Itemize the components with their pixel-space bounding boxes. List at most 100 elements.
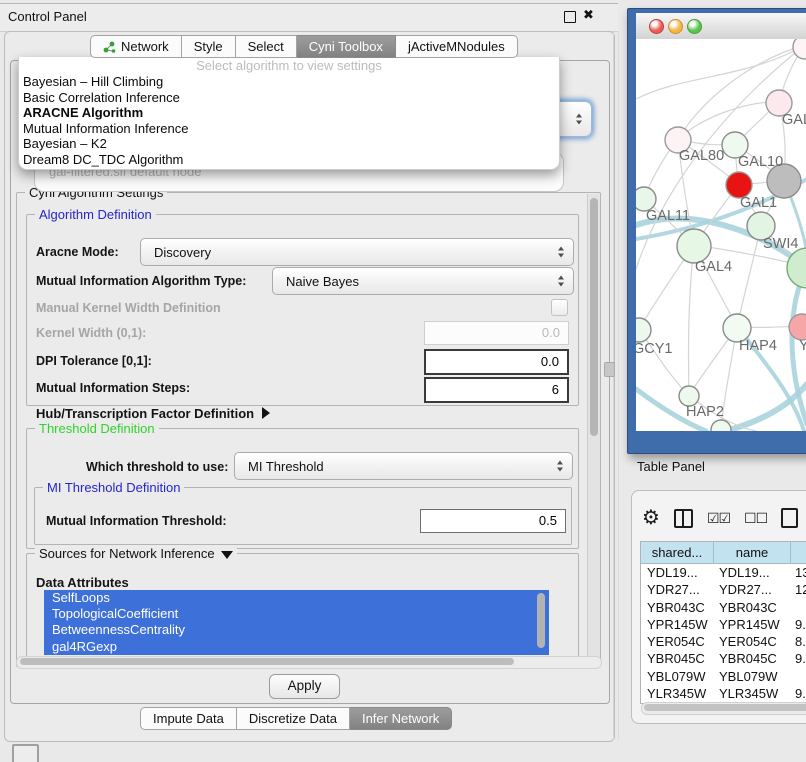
hub-definition-expander[interactable]: Hub/Transcription Factor Definition	[36, 406, 270, 421]
dpi-tolerance-field[interactable]: 0.0	[424, 349, 569, 375]
table-cell[interactable]: YER054C	[713, 633, 789, 650]
table-row[interactable]: YBL079WYBL079W	[641, 668, 806, 685]
table-cell[interactable]: 12	[789, 581, 806, 598]
sources-title: Sources for Network Inference	[35, 546, 237, 561]
table-row[interactable]: YLR345WYLR345W9.	[641, 685, 806, 702]
network-node[interactable]	[793, 39, 806, 59]
network-node[interactable]	[636, 318, 651, 342]
column-layout-icon[interactable]	[674, 509, 693, 528]
scrollbar-thumb[interactable]	[644, 704, 806, 711]
table-report-icon[interactable]	[781, 508, 798, 528]
algorithm-option-mutual-information-inference[interactable]: Mutual Information Inference	[19, 121, 559, 137]
table-cell[interactable]: YLR345W	[713, 685, 789, 702]
table-header-row: shared...name	[641, 542, 806, 564]
settings-icon[interactable]: ⚙	[642, 508, 660, 528]
table-cell[interactable]	[789, 599, 806, 616]
data-attributes-list[interactable]: SelfLoopsTopologicalCoefficientBetweenne…	[44, 590, 549, 655]
close-panel-icon[interactable]: ✖	[583, 7, 594, 23]
tab-cyni-toolbox[interactable]: Cyni Toolbox	[297, 35, 396, 58]
table-cell[interactable]: YLR345W	[641, 685, 713, 702]
splitter-handle[interactable]	[604, 362, 615, 377]
network-node[interactable]	[679, 386, 699, 406]
attribute-item-topologicalcoefficient[interactable]: TopologicalCoefficient	[44, 606, 549, 622]
scrollbar-thumb[interactable]	[20, 658, 514, 665]
table-cell[interactable]: YBL079W	[641, 668, 713, 685]
which-threshold-combobox[interactable]: MI Threshold	[234, 452, 573, 480]
table-row[interactable]: YDR27...YDR27...12	[641, 581, 806, 598]
table-cell[interactable]: YDR27...	[641, 581, 713, 598]
algorithm-definition-title: Algorithm Definition	[35, 207, 156, 222]
algorithm-option-basic-correlation-inference[interactable]: Basic Correlation Inference	[19, 90, 559, 106]
data-attributes-label: Data Attributes	[36, 575, 129, 590]
mi-threshold-field[interactable]: 0.5	[420, 509, 566, 533]
tab-select[interactable]: Select	[236, 35, 297, 58]
attribute-item-selfloops[interactable]: SelfLoops	[44, 590, 549, 606]
algorithm-option-aracne-algorithm[interactable]: ARACNE Algorithm	[19, 105, 559, 121]
select-all-icon[interactable]: ☑☑	[707, 510, 730, 527]
algorithm-option-bayesian-k2[interactable]: Bayesian – K2	[19, 136, 559, 152]
table-cell[interactable]: YER054C	[641, 633, 713, 650]
tab-jactivemnodules[interactable]: jActiveMNodules	[396, 35, 518, 58]
close-traffic-light-icon[interactable]	[649, 19, 664, 34]
table-cell[interactable]: 9.	[789, 616, 806, 633]
kernel-width-field[interactable]: 0.0	[424, 321, 569, 345]
table-row[interactable]: YBR045CYBR045C9.	[641, 650, 806, 667]
tab-discretize-data[interactable]: Discretize Data	[237, 707, 350, 730]
scrollbar-thumb[interactable]	[590, 198, 598, 436]
deselect-all-icon[interactable]: ☐☐	[744, 510, 767, 527]
table-cell[interactable]: 9.	[789, 650, 806, 667]
algorithm-option-bayesian-hill-climbing[interactable]: Bayesian – Hill Climbing	[19, 74, 559, 90]
column-header-shared[interactable]: shared...	[641, 542, 714, 564]
table-cell[interactable]: YPR145W	[641, 616, 713, 633]
aracne-mode-label: Aracne Mode:	[36, 245, 119, 259]
table-row[interactable]: YDL19...YDL19...13	[641, 564, 806, 581]
table-cell[interactable]: YBR043C	[641, 599, 713, 616]
tab-impute-data[interactable]: Impute Data	[140, 707, 237, 730]
zoom-traffic-light-icon[interactable]	[687, 19, 702, 34]
table-row[interactable]: YER054CYER054C8.	[641, 633, 806, 650]
manual-kernel-checkbox[interactable]	[551, 299, 568, 316]
float-window-icon[interactable]	[564, 11, 576, 23]
mi-steps-field[interactable]: 6	[424, 377, 569, 403]
table-cell[interactable]: 9.	[789, 685, 806, 702]
tab-style[interactable]: Style	[182, 35, 236, 58]
node-label-hap4: HAP4	[739, 338, 777, 354]
algorithm-list: Bayesian – Hill ClimbingBasic Correlatio…	[19, 74, 559, 168]
table-cell[interactable]: YDL19...	[641, 564, 713, 581]
network-canvas[interactable]: GALGAL80GAL10GAL1GAL11SWI4GAL4GCY1HAP4YH…	[636, 39, 806, 431]
table-horizontal-scrollbar[interactable]	[641, 702, 806, 715]
table-cell[interactable]: YBR045C	[641, 650, 713, 667]
tab-infer-network[interactable]: Infer Network	[350, 707, 452, 730]
attribute-item-gal4rgexp[interactable]: gal4RGexp	[44, 639, 549, 655]
column-header-extra[interactable]	[791, 542, 806, 564]
apply-button[interactable]: Apply	[269, 674, 340, 699]
network-view-window[interactable]: GALGAL80GAL10GAL1GAL11SWI4GAL4GCY1HAP4YH…	[627, 8, 806, 454]
table-cell[interactable]: YBR043C	[713, 599, 789, 616]
table-cell[interactable]: YBR045C	[713, 650, 789, 667]
attribute-item-betweennesscentrality[interactable]: BetweennessCentrality	[44, 622, 549, 638]
minimize-traffic-light-icon[interactable]	[668, 19, 683, 34]
column-header-name[interactable]: name	[714, 542, 791, 564]
table-cell[interactable]	[789, 668, 806, 685]
algorithm-option-dream8-dc-tdc-algorithm[interactable]: Dream8 DC_TDC Algorithm	[19, 152, 559, 168]
table-cell[interactable]: YDL19...	[713, 564, 789, 581]
table-cell[interactable]: YBL079W	[713, 668, 789, 685]
list-scrollbar-thumb[interactable]	[537, 593, 545, 648]
table-cell[interactable]: 8.	[789, 633, 806, 650]
network-node[interactable]	[677, 229, 711, 263]
table-cell[interactable]: YDR27...	[713, 581, 789, 598]
mi-algorithm-type-combobox[interactable]: Naive Bayes	[272, 267, 574, 295]
tab-network[interactable]: Network	[90, 35, 182, 58]
table-row[interactable]: YPR145WYPR145W9.	[641, 616, 806, 633]
settings-horizontal-scrollbar[interactable]	[16, 656, 602, 669]
panel-splitter[interactable]	[613, 31, 614, 740]
tab-label: Impute Data	[153, 711, 224, 726]
table-cell[interactable]: YPR145W	[713, 616, 789, 633]
table-cell[interactable]: 13	[789, 564, 806, 581]
settings-vertical-scrollbar[interactable]	[587, 194, 600, 662]
table-row[interactable]: YBR043CYBR043C	[641, 599, 806, 616]
docked-panel-grip[interactable]	[12, 744, 39, 762]
network-window-titlebar[interactable]	[636, 13, 806, 40]
dpi-tolerance-label: DPI Tolerance [0,1]:	[36, 354, 152, 368]
aracne-mode-combobox[interactable]: Discovery	[140, 238, 574, 266]
